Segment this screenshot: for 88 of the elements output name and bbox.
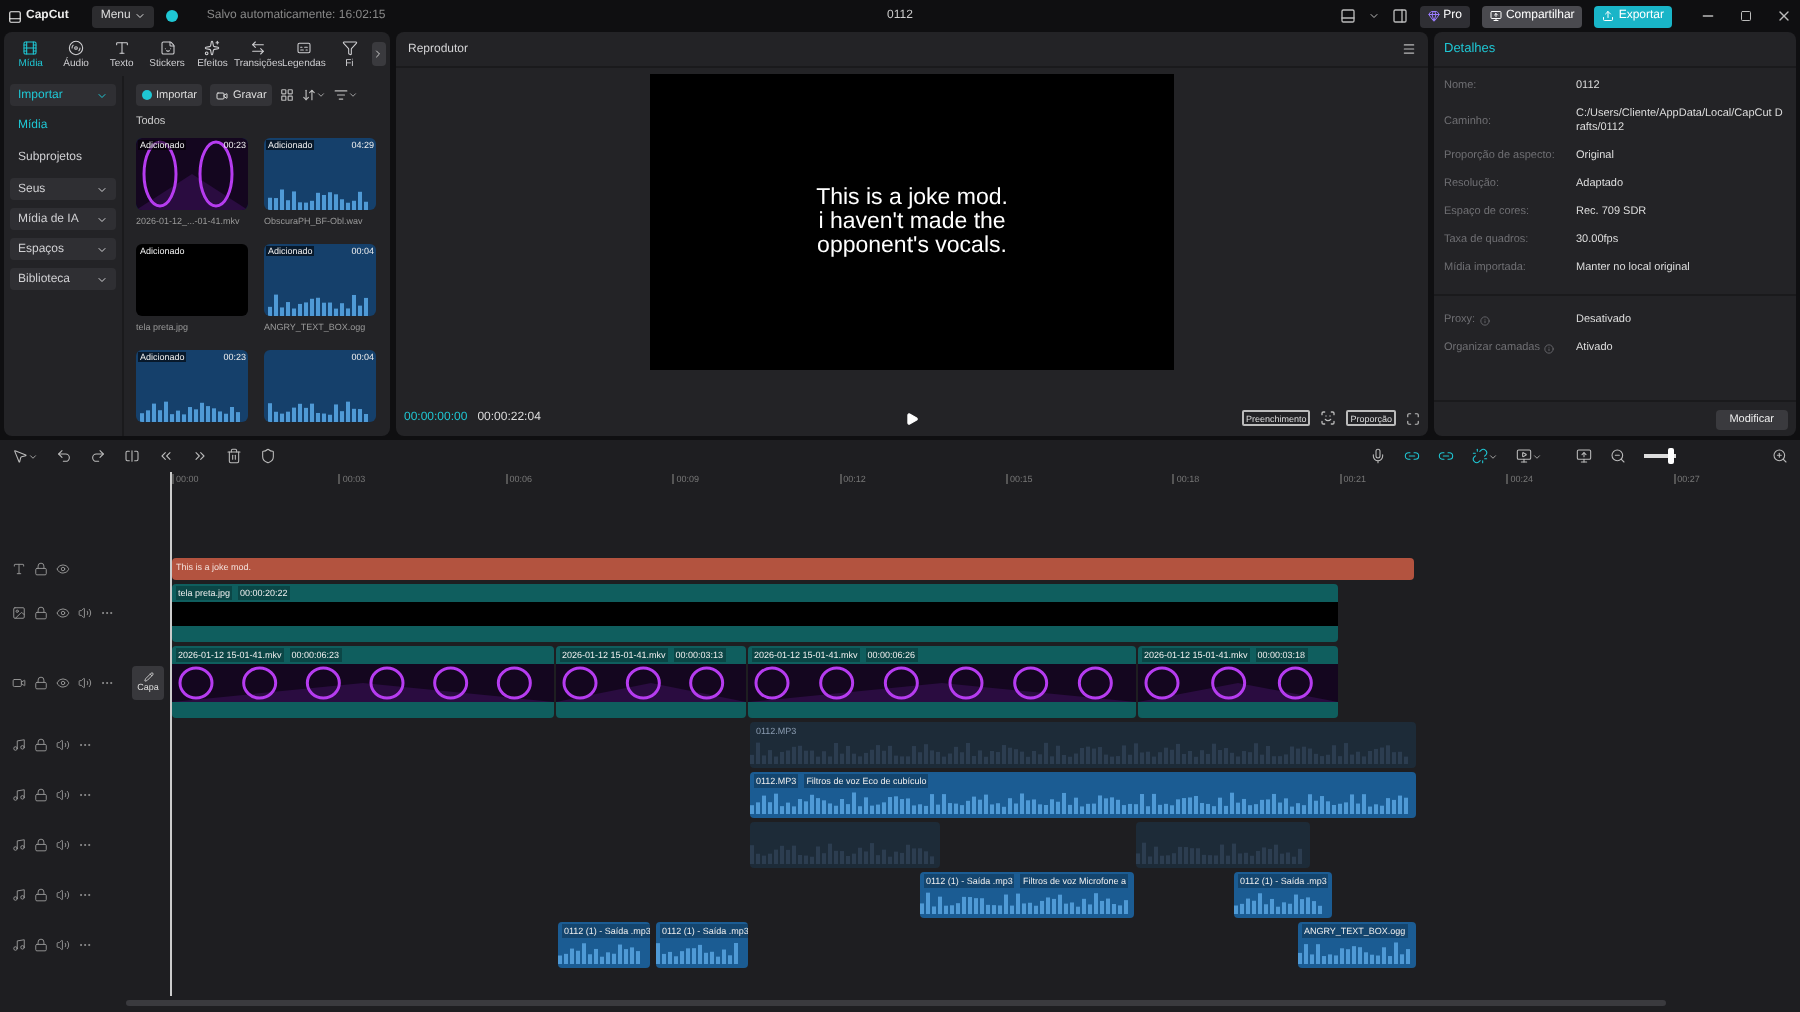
captions-icon [295, 39, 312, 55]
caret-icon [134, 10, 147, 22]
restore-icon[interactable] [1740, 10, 1752, 22]
pencil-icon [143, 672, 153, 682]
caret-icon [96, 183, 108, 195]
sort-icon[interactable] [302, 88, 327, 102]
play-button[interactable] [905, 411, 919, 425]
lock-icon[interactable] [34, 938, 48, 952]
lock-icon[interactable] [34, 675, 48, 689]
waveform-drawing [656, 940, 740, 964]
link-icon[interactable] [1438, 448, 1454, 464]
filter-icon[interactable] [334, 88, 359, 102]
lock-icon[interactable] [34, 562, 48, 576]
redo-icon[interactable] [90, 448, 106, 464]
lock-icon[interactable] [34, 788, 48, 802]
lock-icon[interactable] [34, 838, 48, 852]
caret-icon [96, 243, 108, 255]
eye-icon[interactable] [56, 606, 70, 620]
mic-icon[interactable] [1370, 448, 1386, 464]
waveform-drawing [1298, 940, 1412, 964]
menu-icon[interactable] [1402, 42, 1416, 56]
waveform-drawing [558, 940, 642, 964]
scroll-right-button[interactable] [372, 42, 386, 66]
arrows-icon [250, 39, 267, 55]
chevron-right-icon [372, 48, 385, 60]
lock-icon[interactable] [34, 888, 48, 902]
undo-icon[interactable] [56, 448, 72, 464]
speaker-icon[interactable] [78, 675, 92, 689]
caret-icon[interactable] [1367, 10, 1380, 22]
gem-icon [1427, 10, 1440, 22]
speaker-icon[interactable] [78, 606, 92, 620]
waveform-drawing [268, 292, 370, 316]
speaker-icon[interactable] [56, 738, 70, 752]
screen-share-icon [1489, 10, 1502, 22]
monitor-icon[interactable] [1576, 448, 1592, 464]
grid-icon[interactable] [280, 88, 295, 102]
waveform-drawing [1234, 890, 1324, 914]
panel-icon[interactable] [1391, 8, 1408, 24]
trim-left-icon[interactable] [158, 448, 174, 464]
pointer-icon[interactable] [12, 448, 38, 464]
waveform-drawing [268, 398, 370, 422]
music-icon [12, 788, 26, 802]
caret-icon [96, 213, 108, 225]
delete-icon[interactable] [226, 448, 242, 464]
ghost-audio-clip[interactable] [1136, 822, 1310, 868]
sticker-icon [159, 39, 176, 55]
trim-right-icon[interactable] [192, 448, 208, 464]
logo-icon [8, 9, 22, 23]
image-icon [12, 606, 26, 620]
fullscreen-icon[interactable] [1406, 411, 1420, 425]
unlink-icon[interactable] [1472, 448, 1498, 464]
close-icon[interactable] [1776, 8, 1792, 24]
slider-thumb[interactable] [1667, 448, 1674, 464]
music-icon [12, 838, 26, 852]
eye-icon[interactable] [56, 675, 70, 689]
focus-icon[interactable] [1320, 410, 1337, 426]
video-caption: This is a joke mod. i haven't made the opponent's vocals. [816, 186, 1008, 258]
preview-icon[interactable] [1516, 448, 1542, 464]
music-icon [12, 738, 26, 752]
layout-icon[interactable] [1339, 8, 1356, 24]
lock-icon[interactable] [34, 606, 48, 620]
zoom-out-icon[interactable] [1610, 448, 1626, 464]
waveform-drawing [140, 398, 242, 422]
split-icon[interactable] [124, 448, 140, 464]
text-icon [12, 562, 26, 576]
upload-icon [1602, 10, 1615, 22]
lock-icon[interactable] [34, 738, 48, 752]
link-icon[interactable] [1404, 448, 1420, 464]
zoom-in-icon[interactable] [1772, 448, 1788, 464]
music-icon [12, 888, 26, 902]
disc-icon [68, 39, 85, 55]
film-icon [22, 39, 39, 55]
shield-icon[interactable] [260, 448, 276, 464]
eye-icon[interactable] [56, 562, 70, 576]
speaker-icon[interactable] [56, 788, 70, 802]
speaker-icon[interactable] [56, 838, 70, 852]
speaker-icon[interactable] [56, 938, 70, 952]
caret-icon [96, 89, 108, 101]
caret-icon [96, 273, 108, 285]
camera-icon [216, 89, 229, 101]
music-icon [12, 938, 26, 952]
text-icon [113, 39, 130, 55]
sparkles-icon [204, 39, 221, 55]
filter-icon [341, 39, 358, 55]
speaker-icon[interactable] [56, 888, 70, 902]
video-icon [12, 675, 26, 689]
ghost-audio-clip[interactable] [750, 822, 940, 868]
waveform-drawing [268, 186, 370, 210]
